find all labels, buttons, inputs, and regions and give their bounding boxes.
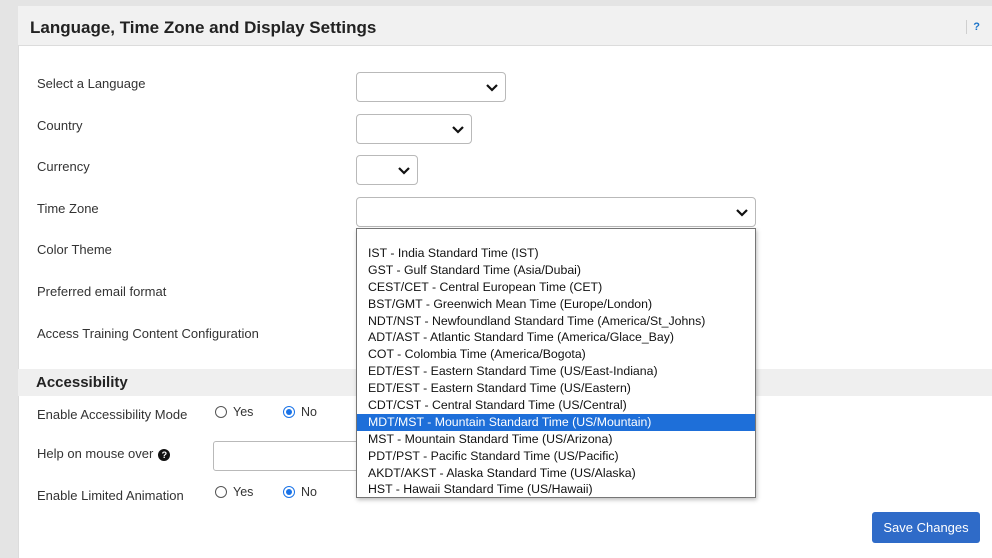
accessibility-mode-yes[interactable]: Yes: [215, 405, 253, 419]
accessibility-title: Accessibility: [36, 374, 128, 391]
time-zone-option[interactable]: NDT/NST - Newfoundland Standard Time (Am…: [357, 313, 755, 330]
chevron-down-icon: [452, 126, 464, 134]
currency-select[interactable]: [356, 155, 418, 185]
radio-label: No: [301, 405, 317, 419]
radio-unchecked-icon: [215, 406, 227, 418]
time-zone-option[interactable]: HST - Hawaii Standard Time (US/Hawaii): [357, 481, 755, 498]
question-circle-icon[interactable]: ?: [158, 449, 171, 461]
radio-unchecked-icon: [215, 486, 227, 498]
time-zone-option[interactable]: AKDT/AKST - Alaska Standard Time (US/Ala…: [357, 465, 755, 482]
time-zone-option[interactable]: CDT/CST - Central Standard Time (US/Cent…: [357, 397, 755, 414]
country-label: Country: [37, 118, 83, 133]
time-zone-label: Time Zone: [37, 201, 99, 216]
time-zone-dropdown-list[interactable]: IST - India Standard Time (IST) GST - Gul…: [356, 228, 756, 498]
time-zone-option[interactable]: MST - Mountain Standard Time (US/Arizona…: [357, 431, 755, 448]
color-theme-label: Color Theme: [37, 242, 112, 257]
currency-label: Currency: [37, 159, 90, 174]
language-select[interactable]: [356, 72, 506, 102]
limited-animation-yes[interactable]: Yes: [215, 485, 253, 499]
time-zone-option[interactable]: ADT/AST - Atlantic Standard Time (Americ…: [357, 329, 755, 346]
help-mouse-over-input[interactable]: [213, 441, 363, 471]
radio-label: Yes: [233, 485, 254, 499]
help-mouse-over-label: Help on mouse over?: [37, 446, 171, 461]
limited-animation-no[interactable]: No: [283, 485, 317, 499]
time-zone-option[interactable]: EDT/EST - Eastern Standard Time (US/East…: [357, 363, 755, 380]
time-zone-option[interactable]: MDT/MST - Mountain Standard Time (US/Mou…: [357, 413, 755, 431]
radio-checked-icon: [283, 486, 295, 498]
accessibility-mode-label: Enable Accessibility Mode: [37, 407, 188, 422]
chevron-down-icon: [486, 84, 498, 92]
time-zone-option[interactable]: BST/GMT - Greenwich Mean Time (Europe/Lo…: [357, 296, 755, 313]
time-zone-option[interactable]: GST - Gulf Standard Time (Asia/Dubai): [357, 262, 755, 279]
page-title: Language, Time Zone and Display Settings: [30, 18, 377, 37]
chevron-down-icon: [736, 209, 748, 217]
panel-header: Language, Time Zone and Display Settings…: [18, 6, 992, 46]
time-zone-option[interactable]: COT - Colombia Time (America/Bogota): [357, 346, 755, 363]
time-zone-option[interactable]: EDT/EST - Eastern Standard Time (US/East…: [357, 380, 755, 397]
radio-label: Yes: [233, 405, 254, 419]
save-changes-button[interactable]: Save Changes: [872, 512, 980, 543]
chevron-down-icon: [398, 167, 410, 175]
limited-animation-label: Enable Limited Animation: [37, 488, 184, 503]
country-select[interactable]: [356, 114, 472, 144]
training-config-label: Access Training Content Configuration: [37, 326, 259, 341]
time-zone-option[interactable]: PDT/PST - Pacific Standard Time (US/Paci…: [357, 448, 755, 465]
radio-checked-icon: [283, 406, 295, 418]
email-format-label: Preferred email format: [37, 284, 167, 299]
time-zone-option[interactable]: CEST/CET - Central European Time (CET): [357, 279, 755, 296]
language-label: Select a Language: [37, 76, 146, 91]
help-mouse-over-text: Help on mouse over: [37, 446, 154, 461]
time-zone-select[interactable]: [356, 197, 756, 227]
radio-label: No: [301, 485, 317, 499]
help-link[interactable]: ?: [966, 20, 980, 34]
accessibility-mode-no[interactable]: No: [283, 405, 317, 419]
time-zone-option[interactable]: IST - India Standard Time (IST): [357, 245, 755, 262]
